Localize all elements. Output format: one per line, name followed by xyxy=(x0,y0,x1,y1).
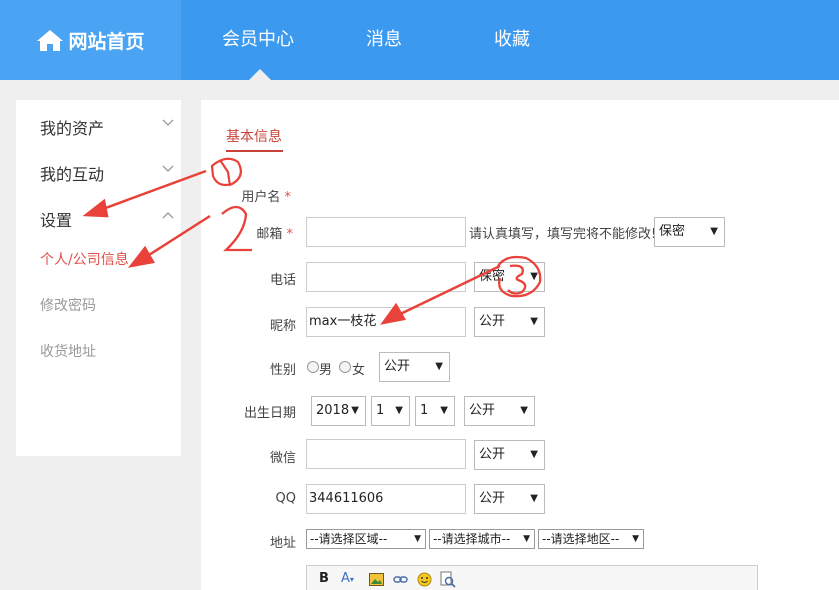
birth-day-select[interactable]: 1 ▼ xyxy=(415,396,455,426)
top-nav: 网站首页 会员中心 消息 收藏 xyxy=(0,0,839,80)
sidebar-item-assets[interactable]: 我的资产 xyxy=(40,115,104,139)
dropdown-arrow-icon: ▼ xyxy=(523,534,530,544)
dropdown-arrow-icon: ▼ xyxy=(530,493,538,504)
nav-home-label: 网站首页 xyxy=(68,30,145,53)
nickname-privacy-select[interactable]: 公开 ▼ xyxy=(474,307,545,337)
sidebar-sub-password[interactable]: 修改密码 xyxy=(40,295,96,315)
tab-underline xyxy=(226,150,283,152)
email-privacy-select[interactable]: 保密 ▼ xyxy=(654,217,725,247)
nav-messages[interactable]: 消息 xyxy=(366,0,402,80)
phone-privacy-select[interactable]: 保密 ▼ xyxy=(474,262,545,292)
nav-favorites[interactable]: 收藏 xyxy=(494,0,530,80)
dropdown-arrow-icon: ▼ xyxy=(520,405,528,416)
image-icon[interactable] xyxy=(369,573,384,586)
sidebar-item-interaction[interactable]: 我的互动 xyxy=(40,161,104,185)
gender-female-label: 女 xyxy=(352,363,366,378)
address-label: 地址 xyxy=(269,536,296,551)
bold-button[interactable]: B xyxy=(319,571,329,586)
dropdown-arrow-icon: ▼ xyxy=(435,361,443,372)
dropdown-arrow-icon: ▼ xyxy=(351,405,359,416)
chevron-up-icon[interactable] xyxy=(162,211,174,219)
main-panel: 基本信息 用户名 * 邮箱 * 请认真填写，填写完将不能修改! 保密 ▼ 电话 保… xyxy=(201,100,839,590)
birthday-label: 出生日期 xyxy=(243,406,296,421)
link-icon[interactable] xyxy=(393,574,408,585)
qq-field[interactable]: 344611606 xyxy=(306,484,466,514)
dropdown-arrow-icon: ▼ xyxy=(530,316,538,327)
home-icon xyxy=(37,30,64,51)
email-label: 邮箱 * xyxy=(256,227,294,242)
dropdown-arrow-icon: ▼ xyxy=(632,534,639,544)
gender-male-label: 男 xyxy=(319,363,333,378)
nav-home[interactable]: 网站首页 xyxy=(0,0,181,80)
sidebar-sub-profile[interactable]: 个人/公司信息 xyxy=(40,249,129,269)
birth-month-select[interactable]: 1 ▼ xyxy=(371,396,410,426)
sidebar-sub-address[interactable]: 收货地址 xyxy=(40,341,96,361)
dropdown-arrow-icon: ▼ xyxy=(530,449,538,460)
nickname-field[interactable]: max一枝花 xyxy=(306,307,466,337)
nav-member-center[interactable]: 会员中心 xyxy=(222,0,294,80)
wechat-privacy-select[interactable]: 公开 ▼ xyxy=(474,440,545,470)
gender-male-radio[interactable] xyxy=(307,361,319,373)
gender-label: 性别 xyxy=(269,363,296,378)
preview-icon[interactable] xyxy=(440,571,456,588)
sidebar: 我的资产 我的互动 设置 个人/公司信息 修改密码 收货地址 xyxy=(16,100,181,456)
sidebar-item-settings[interactable]: 设置 xyxy=(40,207,72,231)
phone-label: 电话 xyxy=(269,273,296,288)
email-note: 请认真填写，填写完将不能修改! xyxy=(469,227,657,242)
active-nav-caret xyxy=(249,69,271,80)
emoji-icon[interactable] xyxy=(417,572,432,587)
required-mark: * xyxy=(284,190,292,205)
wechat-field[interactable] xyxy=(306,439,466,469)
qq-privacy-select[interactable]: 公开 ▼ xyxy=(474,484,545,514)
required-mark: * xyxy=(286,227,294,242)
district-select[interactable]: --请选择地区-- ▼ xyxy=(538,529,644,549)
wechat-label: 微信 xyxy=(269,451,296,466)
dropdown-arrow-icon: ▼ xyxy=(440,405,448,416)
gender-female-radio[interactable] xyxy=(339,361,351,373)
tab-basic-info[interactable]: 基本信息 xyxy=(226,126,282,146)
phone-field[interactable] xyxy=(306,262,466,292)
dropdown-arrow-icon: ▼ xyxy=(710,226,718,237)
dropdown-arrow-icon: ▼ xyxy=(414,534,421,544)
dropdown-arrow-icon: ▼ xyxy=(395,405,403,416)
email-field[interactable] xyxy=(306,217,466,247)
font-color-button[interactable]: A▾ xyxy=(341,571,354,586)
rich-editor-toolbar: B A▾ xyxy=(306,565,758,590)
username-label: 用户名 * xyxy=(241,190,292,205)
gender-privacy-select[interactable]: 公开 ▼ xyxy=(379,352,450,382)
nickname-label: 昵称 xyxy=(269,319,296,334)
birth-year-select[interactable]: 2018 ▼ xyxy=(311,396,366,426)
chevron-down-icon[interactable] xyxy=(162,119,174,127)
city-select[interactable]: --请选择城市-- ▼ xyxy=(429,529,535,549)
chevron-down-icon[interactable] xyxy=(162,165,174,173)
region-select[interactable]: --请选择区域-- ▼ xyxy=(306,529,426,549)
birthday-privacy-select[interactable]: 公开 ▼ xyxy=(464,396,535,426)
dropdown-arrow-icon: ▼ xyxy=(530,271,538,282)
qq-label: QQ xyxy=(275,491,296,506)
